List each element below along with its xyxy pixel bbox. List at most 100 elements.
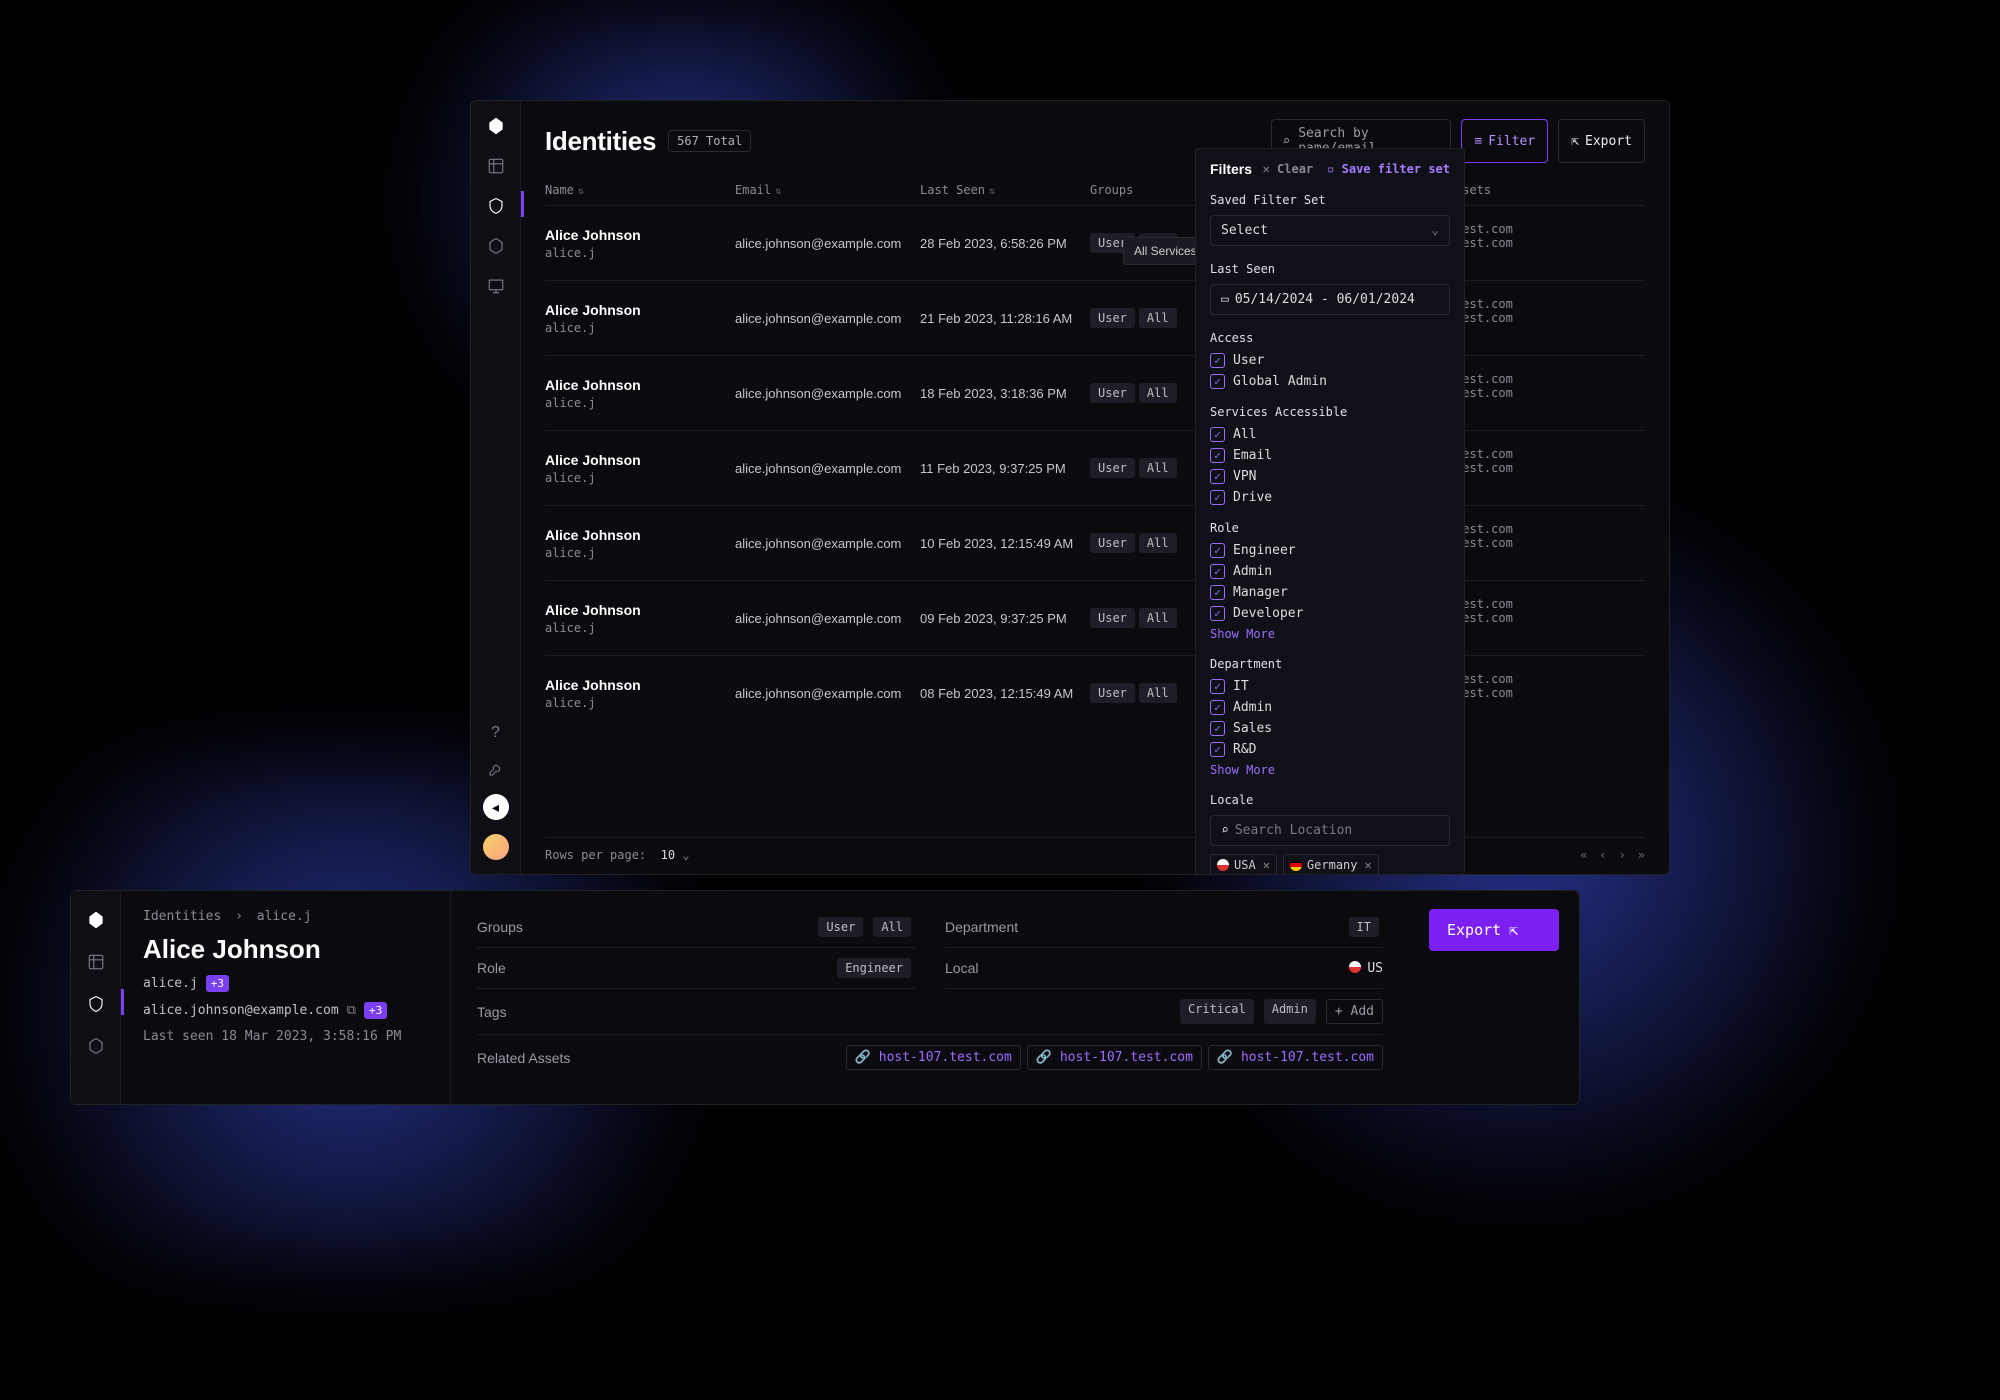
- table-row[interactable]: Alice Johnsonalice.j alice.johnson@examp…: [545, 655, 1645, 730]
- row-username: alice.j: [545, 471, 725, 485]
- filters-title: Filters: [1210, 161, 1252, 177]
- more-badge[interactable]: +3: [364, 1002, 387, 1019]
- dashboard-icon[interactable]: [85, 951, 107, 973]
- close-icon[interactable]: ✕: [1263, 858, 1270, 872]
- clear-filters-button[interactable]: ✕ Clear: [1263, 162, 1314, 176]
- row-last-seen: 08 Feb 2023, 12:15:49 AM: [920, 686, 1080, 701]
- export-icon: ⇱: [1571, 134, 1579, 149]
- breadcrumb-root[interactable]: Identities: [143, 909, 221, 924]
- filter-checkbox[interactable]: ✓Developer: [1210, 606, 1450, 621]
- row-name: Alice Johnson: [545, 602, 725, 618]
- detail-sidebar: Identities › alice.j Alice Johnson alice…: [121, 891, 451, 1104]
- row-email: alice.johnson@example.com: [735, 311, 910, 326]
- filter-checkbox[interactable]: ✓Admin: [1210, 564, 1450, 579]
- filter-checkbox[interactable]: ✓Admin: [1210, 700, 1450, 715]
- breadcrumb: Identities › alice.j: [143, 909, 428, 924]
- table-row[interactable]: Alice Johnsonalice.j alice.johnson@examp…: [545, 355, 1645, 430]
- group-chip: All: [1139, 308, 1177, 328]
- table-row[interactable]: Alice Johnsonalice.j alice.johnson@examp…: [545, 280, 1645, 355]
- show-more-role[interactable]: Show More: [1210, 627, 1450, 641]
- help-icon[interactable]: ?: [485, 722, 507, 744]
- close-icon: ✕: [1263, 162, 1270, 176]
- checkbox-icon: ✓: [1210, 374, 1225, 389]
- filter-checkbox[interactable]: ✓Email: [1210, 448, 1450, 463]
- checkbox-icon: ✓: [1210, 564, 1225, 579]
- collapse-icon[interactable]: ◂: [483, 794, 509, 820]
- hexagon-icon[interactable]: [85, 1035, 107, 1057]
- identities-icon[interactable]: [485, 195, 507, 217]
- save-filter-set-button[interactable]: ▫ Save filter set: [1327, 162, 1450, 176]
- tags-label: Tags: [477, 1004, 507, 1020]
- saved-filter-set-select[interactable]: Select⌄: [1210, 215, 1450, 246]
- sort-icon[interactable]: ⇅: [578, 186, 584, 197]
- logo-icon: [485, 115, 507, 137]
- checkbox-icon: ✓: [1210, 742, 1225, 757]
- group-chip: User: [1090, 533, 1135, 553]
- sort-icon[interactable]: ⇅: [989, 186, 995, 197]
- asset-link[interactable]: 🔗 host-107.test.com: [1027, 1045, 1202, 1070]
- row-username: alice.j: [545, 546, 725, 560]
- filter-checkbox[interactable]: ✓IT: [1210, 679, 1450, 694]
- filter-checkbox[interactable]: ✓Global Admin: [1210, 374, 1450, 389]
- filter-button[interactable]: ≡ Filter: [1461, 119, 1548, 163]
- locale-label: Locale: [1210, 793, 1450, 807]
- page-first-icon[interactable]: «: [1580, 848, 1587, 862]
- pagination: Rows per page: 10 ⌄ « ‹ › »: [545, 837, 1645, 862]
- checkbox-icon: ✓: [1210, 448, 1225, 463]
- copy-icon[interactable]: ⧉: [347, 1003, 356, 1018]
- sort-icon[interactable]: ⇅: [775, 186, 781, 197]
- filter-checkbox[interactable]: ✓R&D: [1210, 742, 1450, 757]
- hexagon-icon[interactable]: [485, 235, 507, 257]
- calendar-icon: ▭: [1221, 292, 1229, 307]
- identity-detail-window: Identities › alice.j Alice Johnson alice…: [70, 890, 1580, 1105]
- export-button[interactable]: Export⇱: [1429, 909, 1559, 951]
- add-tag-button[interactable]: + Add: [1326, 999, 1383, 1024]
- filter-checkbox[interactable]: ✓Manager: [1210, 585, 1450, 600]
- search-icon: ⌕: [1282, 134, 1290, 149]
- filter-checkbox[interactable]: ✓VPN: [1210, 469, 1450, 484]
- page-prev-icon[interactable]: ‹: [1599, 848, 1606, 862]
- checkbox-icon: ✓: [1210, 679, 1225, 694]
- row-name: Alice Johnson: [545, 527, 725, 543]
- locale-chip-germany[interactable]: Germany✕: [1283, 854, 1379, 875]
- chevron-down-icon[interactable]: ⌄: [682, 848, 689, 862]
- asset-link[interactable]: 🔗 host-107.test.com: [846, 1045, 1021, 1070]
- filter-checkbox[interactable]: ✓Engineer: [1210, 543, 1450, 558]
- filter-checkbox[interactable]: ✓Drive: [1210, 490, 1450, 505]
- identities-icon[interactable]: [85, 993, 107, 1015]
- export-button[interactable]: ⇱ Export: [1558, 119, 1645, 163]
- table-row[interactable]: Alice Johnsonalice.j alice.johnson@examp…: [545, 430, 1645, 505]
- checkbox-icon: ✓: [1210, 543, 1225, 558]
- row-email: alice.johnson@example.com: [735, 386, 910, 401]
- more-badge[interactable]: +3: [206, 975, 229, 992]
- checkbox-icon: ✓: [1210, 469, 1225, 484]
- close-icon[interactable]: ✕: [1365, 858, 1372, 872]
- locale-chip-usa[interactable]: USA✕: [1210, 854, 1277, 875]
- table-row[interactable]: Alice Johnsonalice.j alice.johnson@examp…: [545, 205, 1645, 280]
- group-chip: All: [1139, 383, 1177, 403]
- row-email: alice.johnson@example.com: [735, 236, 910, 251]
- group-chip: User: [1090, 383, 1135, 403]
- page-last-icon[interactable]: »: [1638, 848, 1645, 862]
- services-label: Services Accessible: [1210, 405, 1450, 419]
- show-more-dept[interactable]: Show More: [1210, 763, 1450, 777]
- asset-link[interactable]: 🔗 host-107.test.com: [1208, 1045, 1383, 1070]
- row-username: alice.j: [545, 621, 725, 635]
- dashboard-icon[interactable]: [485, 155, 507, 177]
- row-username: alice.j: [545, 696, 725, 710]
- filter-checkbox[interactable]: ✓User: [1210, 353, 1450, 368]
- page-next-icon[interactable]: ›: [1619, 848, 1626, 862]
- table-row[interactable]: Alice Johnsonalice.j alice.johnson@examp…: [545, 580, 1645, 655]
- filter-checkbox[interactable]: ✓All: [1210, 427, 1450, 442]
- table-row[interactable]: Alice Johnsonalice.j alice.johnson@examp…: [545, 505, 1645, 580]
- last-seen-label: Last Seen: [1210, 262, 1450, 276]
- department-label: Department: [1210, 657, 1450, 671]
- tools-icon[interactable]: [485, 758, 507, 780]
- avatar[interactable]: [483, 834, 509, 860]
- locale-search-input[interactable]: ⌕Search Location: [1210, 815, 1450, 846]
- row-last-seen: 09 Feb 2023, 9:37:25 PM: [920, 611, 1080, 626]
- filter-checkbox[interactable]: ✓Sales: [1210, 721, 1450, 736]
- monitor-icon[interactable]: [485, 275, 507, 297]
- row-email: alice.johnson@example.com: [735, 461, 910, 476]
- date-range-input[interactable]: ▭05/14/2024 - 06/01/2024: [1210, 284, 1450, 315]
